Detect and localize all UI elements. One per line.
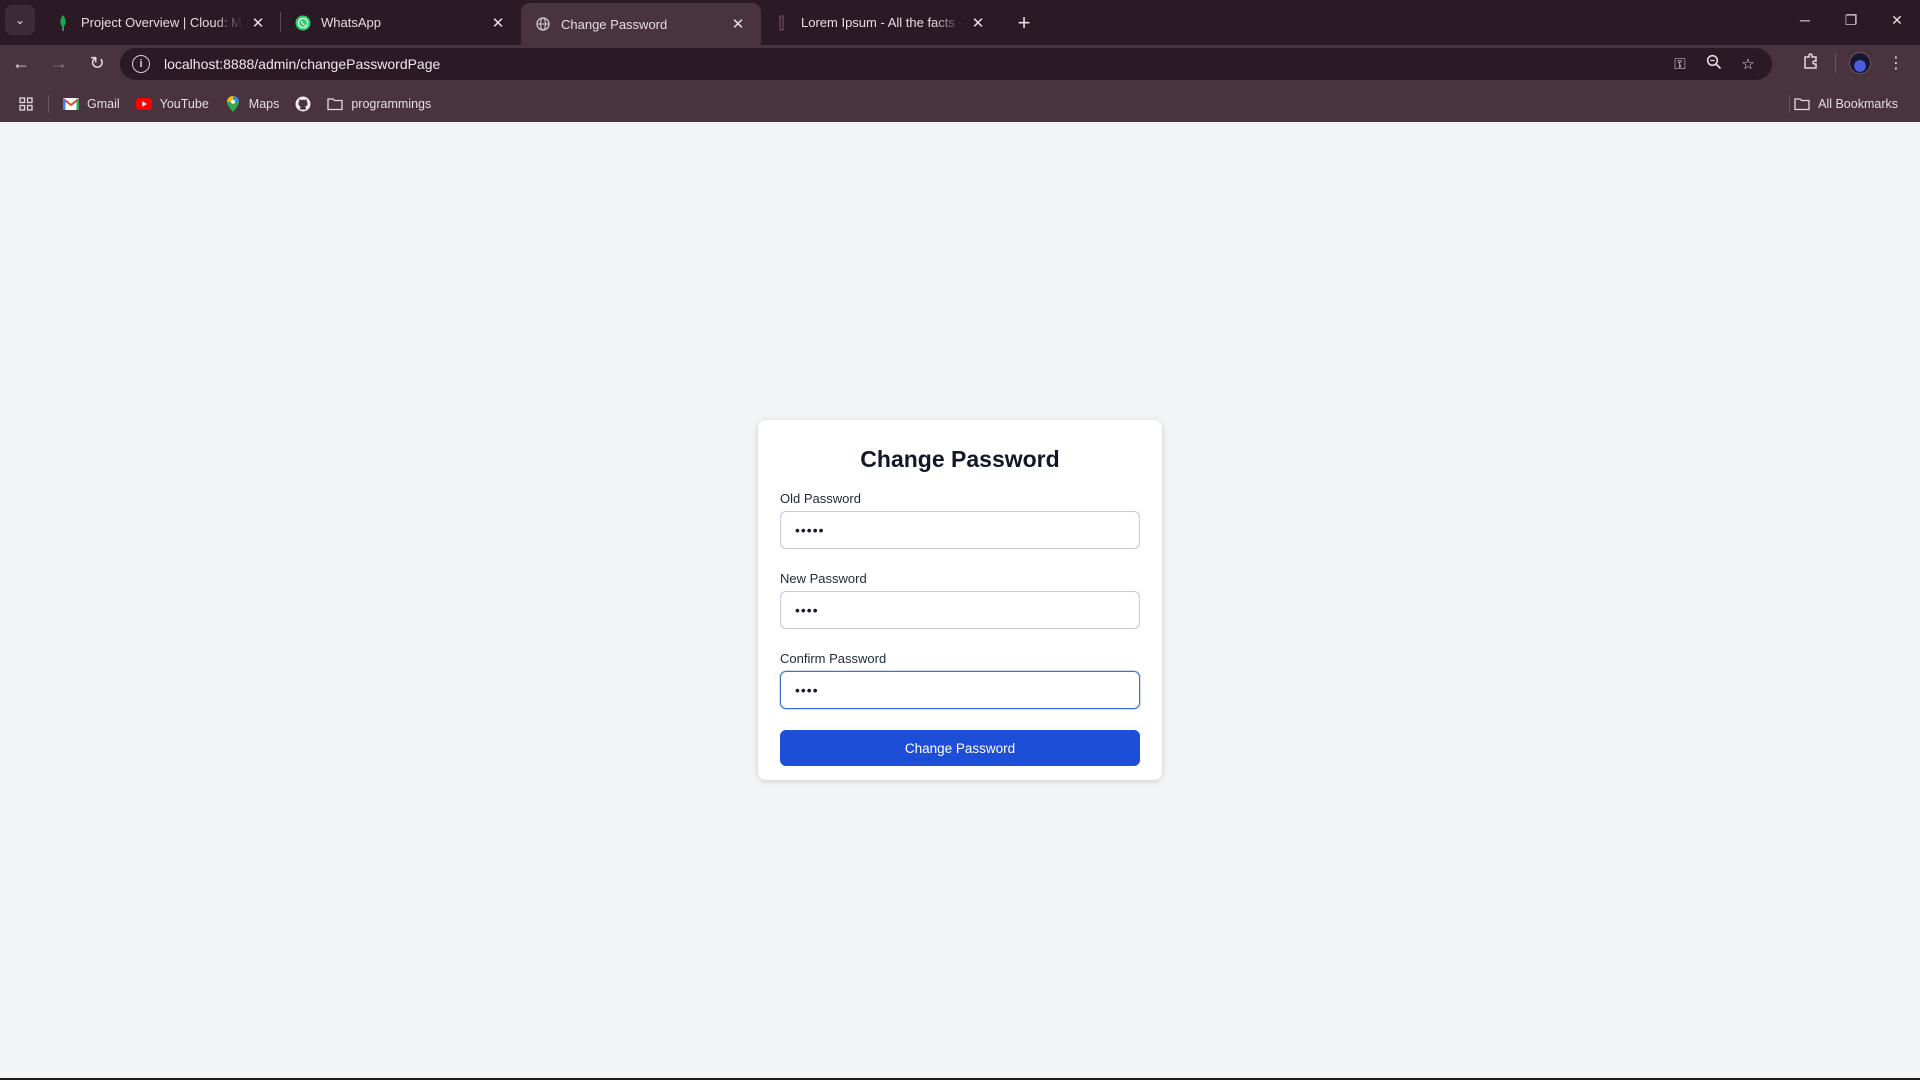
url-text: localhost:8888/admin/changePasswordPage	[164, 56, 441, 72]
browser-toolbar: ← → ↻ i localhost:8888/admin/changePassw…	[0, 45, 1920, 126]
puzzle-icon	[1802, 52, 1820, 75]
old-password-value: •••••	[795, 522, 825, 538]
new-tab-button[interactable]: +	[1009, 0, 1039, 45]
mongodb-leaf-icon	[55, 14, 71, 31]
restore-icon: ❐	[1844, 11, 1858, 28]
close-icon[interactable]: ✕	[249, 14, 267, 32]
more-vertical-icon: ⋮	[1888, 55, 1904, 72]
password-key-icon[interactable]: ⚿	[1670, 56, 1690, 73]
bookmark-github[interactable]	[287, 90, 319, 118]
plus-icon: +	[1017, 9, 1031, 35]
apps-button[interactable]	[10, 90, 42, 118]
bookmark-label: programmings	[351, 97, 432, 111]
tab-mongodb[interactable]: Project Overview | Cloud: MongoDB ✕	[41, 0, 281, 45]
toolbar-separator	[1835, 53, 1836, 73]
close-window-button[interactable]: ✕	[1874, 0, 1920, 40]
reload-button[interactable]: ↻	[80, 46, 114, 80]
all-bookmarks-button[interactable]: All Bookmarks	[1786, 90, 1906, 118]
bookmarks-bar: Gmail YouTube Maps programmings All Book…	[0, 86, 1920, 122]
forward-button[interactable]: →	[42, 46, 76, 80]
page-title: Change Password	[860, 446, 1060, 472]
confirm-password-label: Confirm Password	[780, 651, 887, 666]
new-password-field[interactable]: ••••	[780, 591, 1140, 629]
page-content: Change Password Old Password ••••• New P…	[0, 122, 1920, 1080]
change-password-button[interactable]: Change Password	[780, 730, 1140, 766]
gmail-icon	[63, 96, 79, 112]
chevron-down-icon: ⌄	[14, 13, 26, 27]
new-password-label: New Password	[780, 571, 867, 586]
bookmarks-separator	[48, 95, 49, 113]
navigation-row: ← → ↻ i localhost:8888/admin/changePassw…	[0, 45, 1920, 81]
change-password-button-label: Change Password	[904, 740, 1016, 756]
tab-title: Lorem Ipsum - All the facts - Lipsum	[801, 15, 963, 30]
maps-icon	[225, 96, 241, 112]
bookmark-folder-programmings[interactable]: programmings	[319, 90, 439, 118]
youtube-icon	[135, 96, 152, 112]
bookmark-label: Gmail	[87, 97, 120, 111]
toolbar-actions: ⋮	[1793, 45, 1914, 81]
minimize-button[interactable]: ─	[1782, 0, 1828, 40]
tab-strip: ⌄ Project Overview | Cloud: MongoDB ✕ Wh…	[0, 0, 1920, 45]
close-icon[interactable]: ✕	[489, 14, 507, 32]
confirm-password-value: ••••	[795, 682, 819, 698]
bookmark-label: Maps	[248, 97, 280, 111]
back-button[interactable]: ←	[4, 46, 38, 80]
globe-icon	[535, 16, 551, 32]
close-icon[interactable]: ✕	[729, 15, 747, 33]
tab-title: Project Overview | Cloud: MongoDB	[81, 15, 243, 30]
github-icon	[295, 96, 311, 112]
apps-grid-icon	[18, 96, 34, 112]
confirm-password-field[interactable]: ••••	[780, 671, 1140, 709]
change-password-card: Change Password Old Password ••••• New P…	[758, 420, 1162, 780]
avatar	[1849, 52, 1871, 74]
all-bookmarks-label: All Bookmarks	[1818, 97, 1898, 111]
profile-button[interactable]	[1842, 45, 1878, 81]
tab-title: Change Password	[561, 16, 668, 32]
bookmark-star-icon[interactable]: ☆	[1738, 55, 1758, 73]
folder-icon	[327, 96, 344, 112]
reload-icon: ↻	[89, 52, 105, 73]
folder-icon	[1794, 96, 1810, 112]
tab-whatsapp[interactable]: WhatsApp ✕	[281, 0, 521, 45]
whatsapp-icon	[295, 15, 311, 31]
restore-button[interactable]: ❐	[1828, 0, 1874, 40]
new-password-value: ••••	[795, 602, 819, 618]
tab-change-password[interactable]: Change Password ✕	[521, 3, 761, 45]
address-bar[interactable]: i localhost:8888/admin/changePasswordPag…	[120, 48, 1772, 80]
extensions-button[interactable]	[1793, 45, 1829, 81]
bookmark-label: YouTube	[159, 97, 209, 111]
bookmark-maps[interactable]: Maps	[217, 90, 288, 118]
lipsum-icon	[775, 15, 791, 31]
arrow-right-icon: →	[50, 52, 68, 73]
zoom-icon[interactable]	[1704, 54, 1724, 74]
site-info-icon[interactable]: i	[132, 55, 150, 73]
arrow-left-icon: ←	[12, 52, 30, 73]
minimize-icon: ─	[1800, 12, 1810, 28]
old-password-field[interactable]: •••••	[780, 511, 1140, 549]
bookmark-gmail[interactable]: Gmail	[55, 90, 128, 118]
close-icon[interactable]: ✕	[969, 14, 987, 32]
tab-search-button[interactable]: ⌄	[5, 5, 35, 35]
tab-lipsum[interactable]: Lorem Ipsum - All the facts - Lipsum ✕	[761, 0, 1001, 45]
menu-button[interactable]: ⋮	[1878, 45, 1914, 81]
tab-title: WhatsApp	[321, 15, 381, 30]
window-controls: ─ ❐ ✕	[1782, 0, 1920, 40]
old-password-label: Old Password	[780, 491, 861, 506]
omnibox-actions: ⚿ ☆	[1670, 48, 1758, 80]
bookmark-youtube[interactable]: YouTube	[128, 90, 217, 118]
close-icon: ✕	[1891, 11, 1903, 28]
